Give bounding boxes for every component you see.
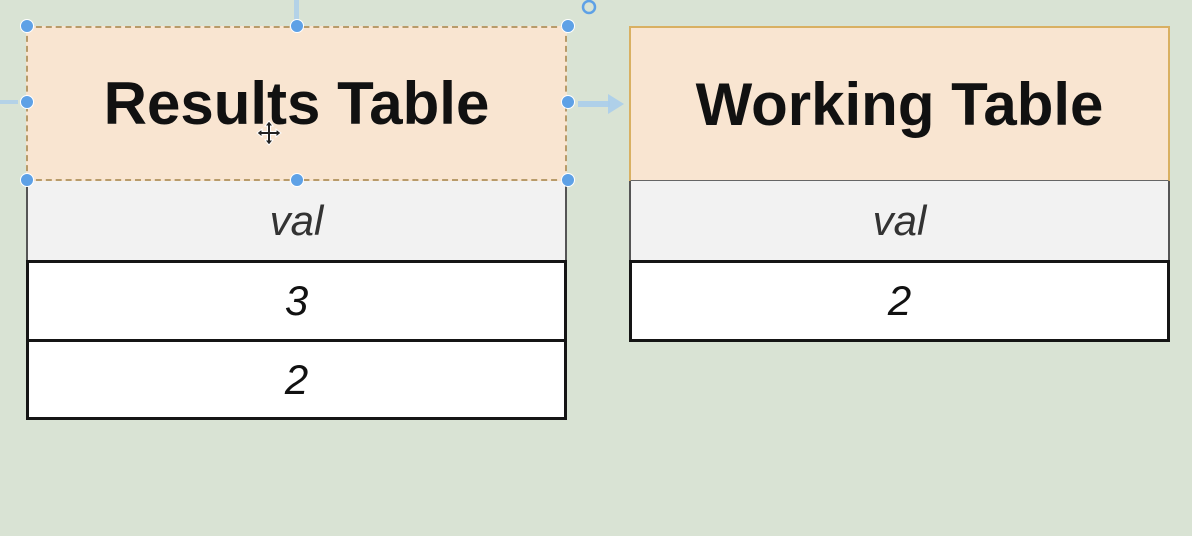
selection-handle-bottom-center[interactable] xyxy=(290,173,304,187)
rotate-handle-icon[interactable] xyxy=(580,0,598,16)
selection-handle-middle-right[interactable] xyxy=(561,95,575,109)
working-table-row-1[interactable]: 2 xyxy=(629,260,1170,342)
results-table-row-2[interactable]: 2 xyxy=(26,339,567,420)
arrow-right-icon[interactable] xyxy=(578,94,626,114)
selection-handle-bottom-right[interactable] xyxy=(561,173,575,187)
selection-handle-top-left[interactable] xyxy=(20,19,34,33)
selection-handle-middle-left[interactable] xyxy=(20,95,34,109)
guide-line-left xyxy=(0,100,18,104)
results-table-row-1[interactable]: 3 xyxy=(26,260,567,342)
results-table-column-header[interactable]: val xyxy=(26,181,567,261)
selection-handle-top-center[interactable] xyxy=(290,19,304,33)
move-cursor-icon xyxy=(256,120,282,146)
results-table-title[interactable]: Results Table xyxy=(26,26,567,181)
selection-handle-bottom-left[interactable] xyxy=(20,173,34,187)
working-table[interactable]: Working Table val 2 xyxy=(629,26,1170,342)
guide-line-top xyxy=(294,0,299,20)
selection-handle-top-right[interactable] xyxy=(561,19,575,33)
working-table-column-header[interactable]: val xyxy=(629,181,1170,261)
working-table-title[interactable]: Working Table xyxy=(629,26,1170,182)
diagram-canvas[interactable]: Results Table val 3 2 Working Table val … xyxy=(0,0,1192,536)
results-table[interactable]: Results Table val 3 2 xyxy=(26,26,567,420)
